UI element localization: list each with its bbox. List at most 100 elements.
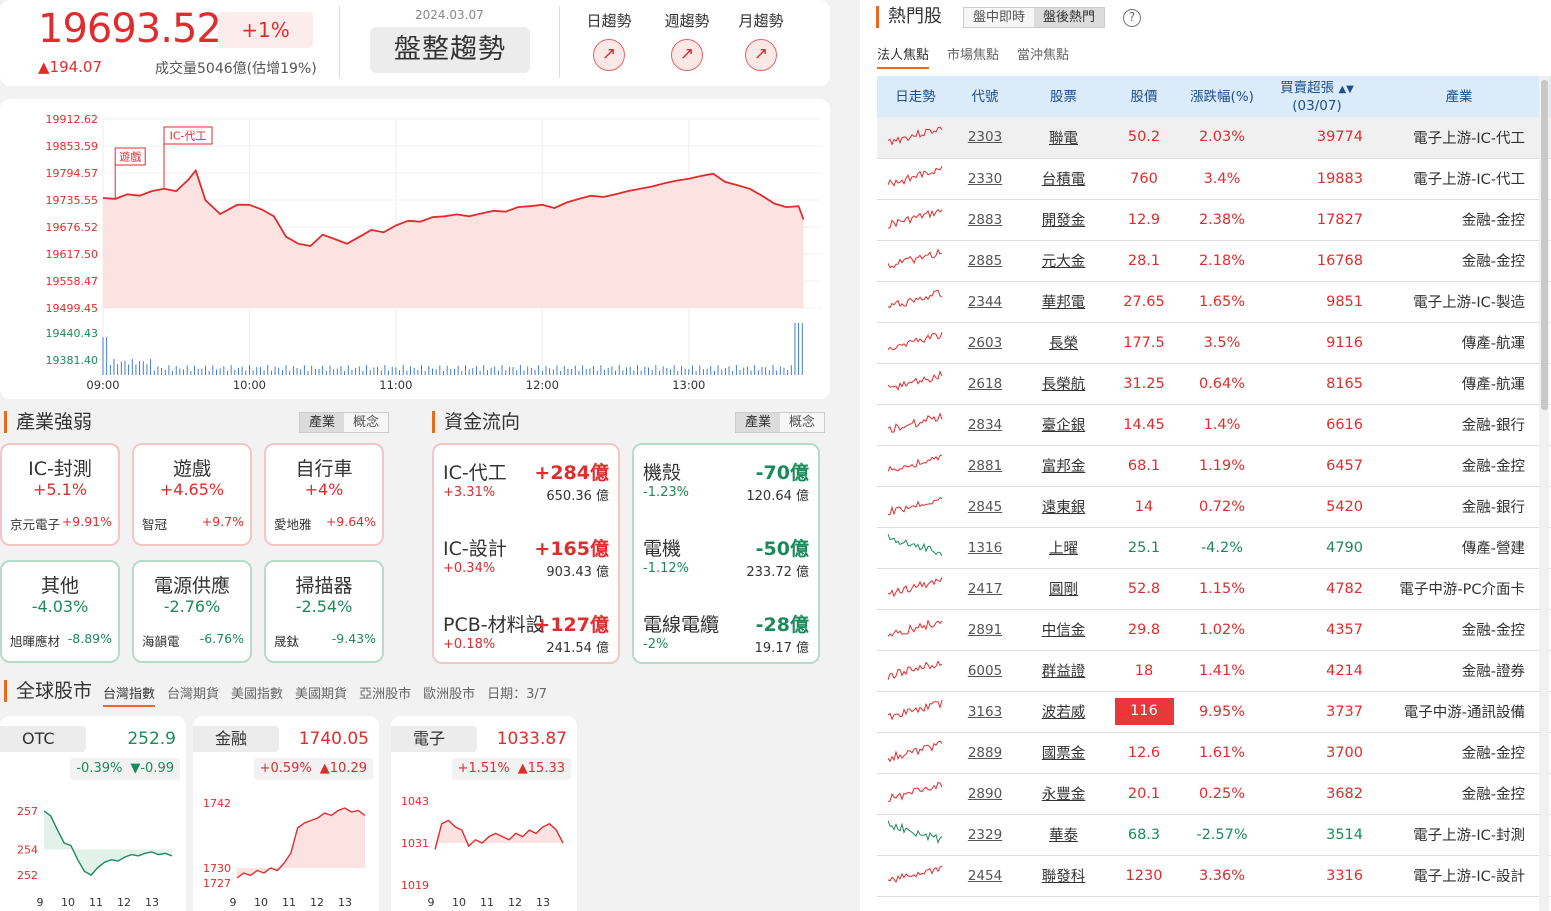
tab-us-index[interactable]: 美國指數 xyxy=(231,683,283,707)
mini-index-card[interactable]: OTC 252.9 -0.39% ▼-0.99 257 254 252 9 10 11 12 13 xyxy=(0,716,186,911)
tab-industry[interactable]: 產業 xyxy=(736,413,781,432)
stock-code[interactable]: 2883 xyxy=(954,199,1016,241)
tab-market-focus[interactable]: 市場焦點 xyxy=(947,44,999,69)
industry-section-title: 產業強弱 xyxy=(4,411,92,433)
stock-name[interactable]: 華泰 xyxy=(1016,814,1111,856)
daily-trend-button[interactable]: 日趨勢 ↗ xyxy=(579,10,639,71)
flow-item[interactable]: 電機 -50億 -1.12% 233.72 億 xyxy=(643,534,809,594)
stock-code[interactable]: 2881 xyxy=(954,445,1016,487)
stock-code[interactable]: 2891 xyxy=(954,609,1016,651)
stock-code[interactable]: 2417 xyxy=(954,568,1016,610)
stock-code[interactable]: 2344 xyxy=(954,281,1016,323)
stock-code[interactable]: 2889 xyxy=(954,732,1016,774)
table-row[interactable]: 2618 長榮航 31.25 0.64% 8165 傳產-航運 xyxy=(877,363,1551,405)
stock-name[interactable]: 波若威 xyxy=(1016,691,1111,733)
stock-name[interactable]: 國票金 xyxy=(1016,732,1111,774)
table-row[interactable]: 2329 華泰 68.3 -2.57% 3514 電子上游-IC-封測 xyxy=(877,814,1551,856)
stock-code[interactable]: 2303 xyxy=(954,117,1016,159)
monthly-trend-button[interactable]: 月趨勢 ↗ xyxy=(731,10,791,71)
industry-card[interactable]: 掃描器 -2.54% 晟鈦 -9.43% xyxy=(264,560,384,663)
table-row[interactable]: 2883 開發金 12.9 2.38% 17827 金融-金控 xyxy=(877,199,1551,241)
table-row[interactable]: 2881 富邦金 68.1 1.19% 6457 金融-金控 xyxy=(877,445,1551,487)
table-row[interactable]: 2845 遠東銀 14 0.72% 5420 金融-銀行 xyxy=(877,486,1551,528)
sparkline xyxy=(887,740,942,762)
table-row[interactable]: 2417 圓剛 52.8 1.15% 4782 電子中游-PC介面卡 xyxy=(877,568,1551,610)
tab-concept[interactable]: 概念 xyxy=(344,413,388,432)
tab-daytrade-focus[interactable]: 當沖焦點 xyxy=(1017,44,1069,69)
mini-index-card[interactable]: 金融 1740.05 +0.59% ▲10.29 1742 1730 1727 9 10 11 12… xyxy=(193,716,379,911)
stock-name[interactable]: 臺企銀 xyxy=(1016,404,1111,446)
stock-name[interactable]: 台積電 xyxy=(1016,158,1111,200)
table-row[interactable]: 2454 聯發科 1230 3.36% 3316 電子上游-IC-設計 xyxy=(877,855,1551,897)
stock-name[interactable]: 上曜 xyxy=(1016,527,1111,569)
sort-icon[interactable]: ▲▼ xyxy=(1338,84,1353,95)
table-row[interactable]: 2330 台積電 760 3.4% 19883 電子上游-IC-代工 xyxy=(877,158,1551,200)
tab-asia[interactable]: 亞洲股市 xyxy=(359,683,411,707)
mini-index-card[interactable]: 電子 1033.87 +1.51% ▲15.33 1043 1031 1019 9 10 11 12… xyxy=(391,716,577,911)
tab-after-hours[interactable]: 盤後熱門 xyxy=(1034,8,1105,27)
weekly-trend-button[interactable]: 週趨勢 ↗ xyxy=(657,10,717,71)
stock-code[interactable]: 2603 xyxy=(954,322,1016,364)
flow-name: 電機 xyxy=(643,538,682,560)
industry-card[interactable]: 自行車 +4% 愛地雅 +9.64% xyxy=(264,443,384,546)
industry-card[interactable]: 其他 -4.03% 旭暉應材 -8.89% xyxy=(0,560,120,663)
tab-industry[interactable]: 產業 xyxy=(300,413,345,432)
stock-code[interactable]: 2329 xyxy=(954,814,1016,856)
tab-tw-index[interactable]: 台灣指數 xyxy=(103,683,156,707)
help-icon[interactable]: ? xyxy=(1123,9,1141,27)
table-row[interactable]: 2885 元大金 28.1 2.18% 16768 金融-金控 xyxy=(877,240,1551,282)
trend-up-icon: ↗ xyxy=(671,39,703,71)
tab-tw-futures[interactable]: 台灣期貨 xyxy=(167,683,219,707)
table-row[interactable]: 1316 上曜 25.1 -4.2% 4790 傳產-營建 xyxy=(877,527,1551,569)
stock-code[interactable]: 2454 xyxy=(954,855,1016,897)
table-row[interactable]: 2303 聯電 50.2 2.03% 39774 電子上游-IC-代工 xyxy=(877,117,1551,159)
stock-name[interactable]: 群益證 xyxy=(1016,650,1111,692)
stock-code[interactable]: 1316 xyxy=(954,527,1016,569)
mini-index-change: +1.51% ▲15.33 xyxy=(451,758,571,780)
flow-item[interactable]: IC-設計 +165億 +0.34% 903.43 億 xyxy=(443,534,609,594)
industry-card[interactable]: IC-封測 +5.1% 京元電子 +9.91% xyxy=(0,443,120,546)
stock-name[interactable]: 聯電 xyxy=(1016,117,1111,159)
stock-name[interactable]: 元大金 xyxy=(1016,240,1111,282)
tab-institutional[interactable]: 法人焦點 xyxy=(877,44,930,69)
industry-card[interactable]: 遊戲 +4.65% 智冠 +9.7% xyxy=(132,443,252,546)
table-row[interactable]: 2891 中信金 29.8 1.02% 4357 金融-金控 xyxy=(877,609,1551,651)
stock-name[interactable]: 永豐金 xyxy=(1016,773,1111,815)
tab-concept[interactable]: 概念 xyxy=(780,413,824,432)
scrollbar-thumb[interactable] xyxy=(1541,80,1548,410)
stock-code[interactable]: 2618 xyxy=(954,363,1016,405)
stock-name[interactable]: 長榮 xyxy=(1016,322,1111,364)
industry-card[interactable]: 電源供應 -2.76% 海韻電 -6.76% xyxy=(132,560,252,663)
flow-item[interactable]: 電線電纜 -28億 -2% 19.17 億 xyxy=(643,610,809,670)
table-row[interactable]: 2603 長榮 177.5 3.5% 9116 傳產-航運 xyxy=(877,322,1551,364)
stock-code[interactable]: 6005 xyxy=(954,650,1016,692)
tab-us-futures[interactable]: 美國期貨 xyxy=(295,683,347,707)
stock-code[interactable]: 2845 xyxy=(954,486,1016,528)
stock-code[interactable]: 2885 xyxy=(954,240,1016,282)
stock-name[interactable]: 遠東銀 xyxy=(1016,486,1111,528)
col-net-buy[interactable]: 買賣超張 ▲▼ (03/07) xyxy=(1267,76,1367,117)
stock-name[interactable]: 長榮航 xyxy=(1016,363,1111,405)
stock-name[interactable]: 富邦金 xyxy=(1016,445,1111,487)
stock-code[interactable]: 3163 xyxy=(954,691,1016,733)
stock-name[interactable]: 開發金 xyxy=(1016,199,1111,241)
stock-code[interactable]: 2890 xyxy=(954,773,1016,815)
stock-code[interactable]: 2330 xyxy=(954,158,1016,200)
flow-item[interactable]: PCB-材料設 +127億 +0.18% 241.54 億 xyxy=(443,610,609,670)
table-row[interactable]: 2890 永豐金 20.1 0.25% 3682 金融-金控 xyxy=(877,773,1551,815)
tab-intraday[interactable]: 盤中即時 xyxy=(964,8,1034,27)
table-row[interactable]: 6005 群益證 18 1.41% 4214 金融-證券 xyxy=(877,650,1551,692)
stock-name[interactable]: 中信金 xyxy=(1016,609,1111,651)
flow-item[interactable]: 機殼 -70億 -1.23% 120.64 億 xyxy=(643,458,809,518)
table-row[interactable]: 2834 臺企銀 14.45 1.4% 6616 金融-銀行 xyxy=(877,404,1551,446)
stock-name[interactable]: 華邦電 xyxy=(1016,281,1111,323)
tab-europe[interactable]: 歐洲股市 xyxy=(423,683,475,707)
table-row[interactable]: 2889 國票金 12.6 1.61% 3700 金融-金控 xyxy=(877,732,1551,774)
flow-name: IC-設計 xyxy=(443,538,507,560)
stock-name[interactable]: 聯發科 xyxy=(1016,855,1111,897)
flow-item[interactable]: IC-代工 +284億 +3.31% 650.36 億 xyxy=(443,458,609,518)
table-row[interactable]: 3163 波若威 116 9.95% 3737 電子中游-通訊設備 xyxy=(877,691,1551,733)
stock-name[interactable]: 圓剛 xyxy=(1016,568,1111,610)
table-row[interactable]: 2344 華邦電 27.65 1.65% 9851 電子上游-IC-製造 xyxy=(877,281,1551,323)
stock-code[interactable]: 2834 xyxy=(954,404,1016,446)
